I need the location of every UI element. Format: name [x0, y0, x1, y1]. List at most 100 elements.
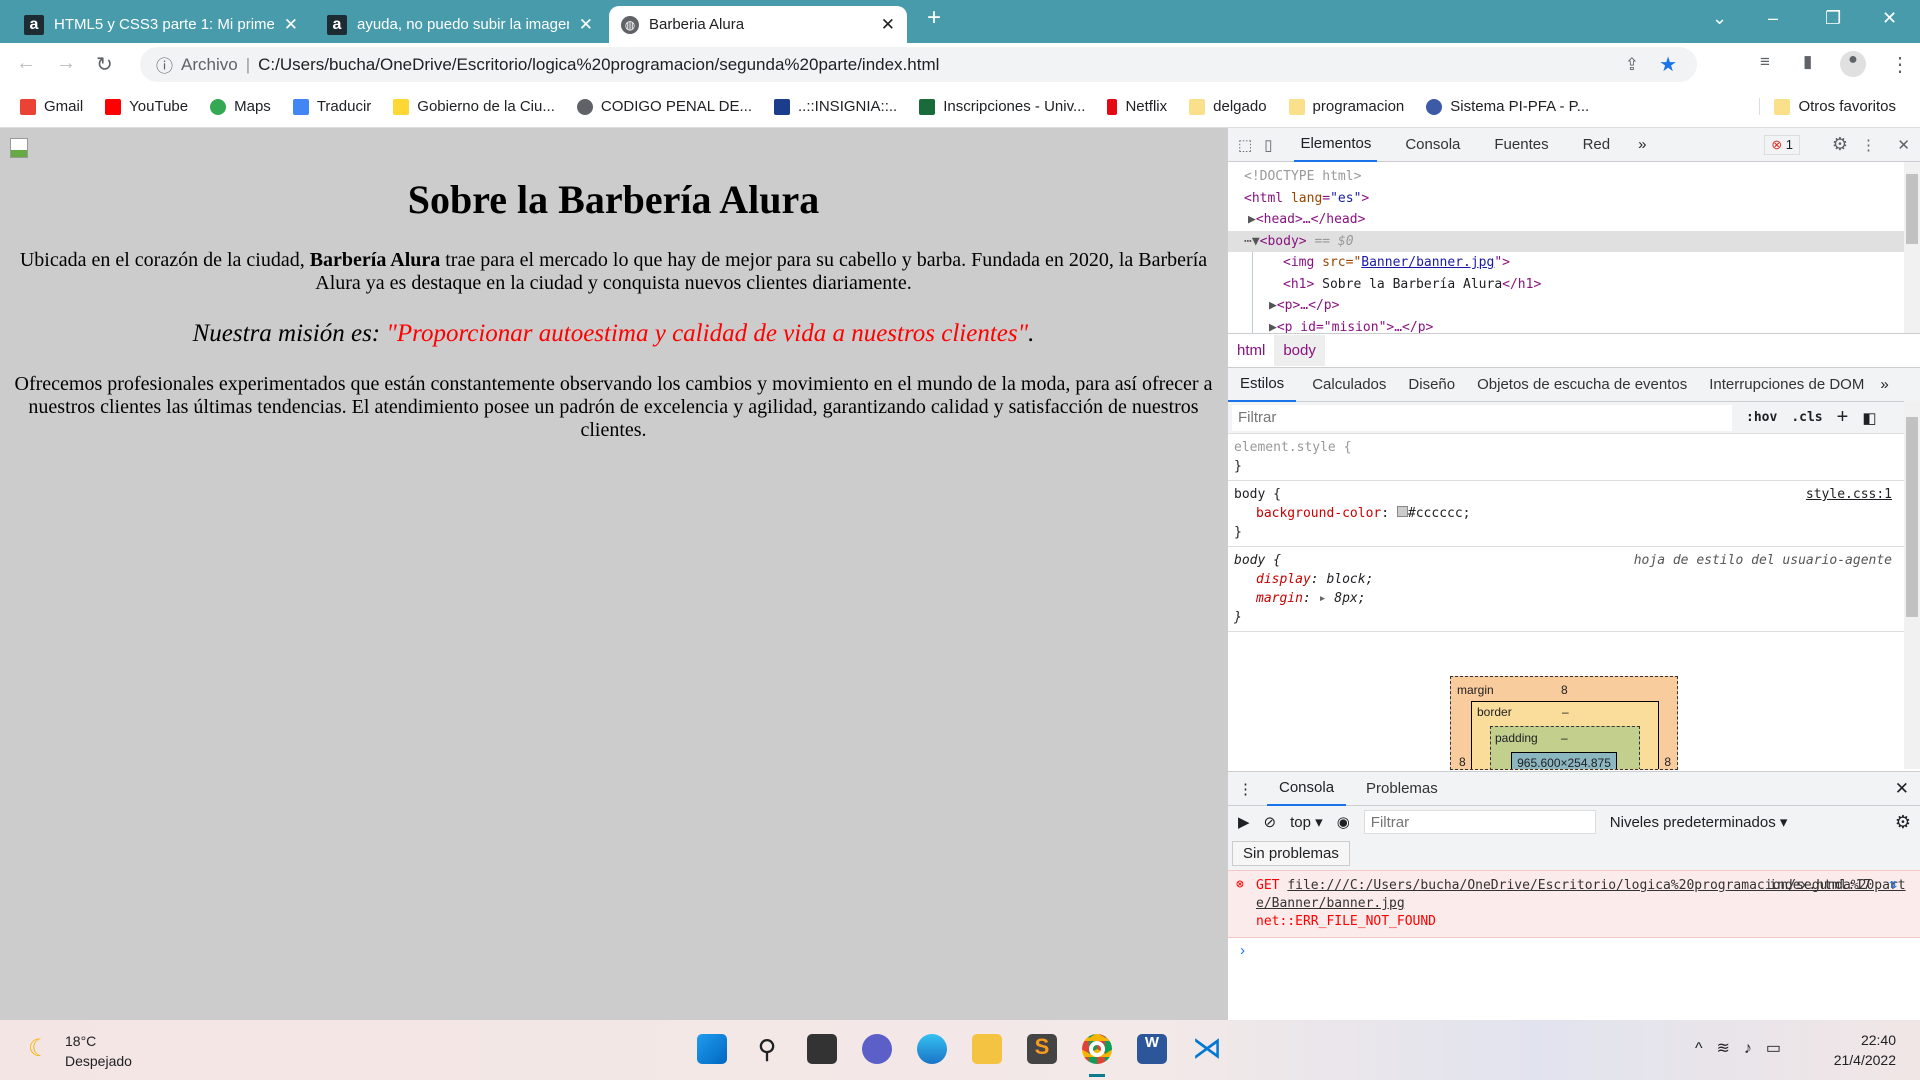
clock[interactable]: 22:40 21/4/2022 [1834, 1030, 1896, 1070]
menu-icon[interactable]: ⋮ [1890, 52, 1910, 77]
share-icon[interactable]: ⇪ [1625, 55, 1639, 75]
tab-calculados[interactable]: Calculados [1306, 368, 1392, 402]
bookmark-codigo-penal[interactable]: CODIGO PENAL DE... [576, 98, 752, 115]
bookmark-folder-programacion[interactable]: programacion [1288, 98, 1404, 115]
file-explorer-icon[interactable] [972, 1034, 1002, 1064]
close-tab-icon[interactable]: ✕ [579, 15, 593, 35]
hov-button[interactable]: :hov [1746, 410, 1777, 425]
sidebar-toggle-icon[interactable]: ▶︎ [1238, 813, 1250, 831]
drawer-menu-icon[interactable]: ⋮ [1238, 780, 1253, 798]
weather-widget[interactable]: 18°C Despejado [65, 1031, 132, 1071]
chrome-icon[interactable] [1082, 1034, 1112, 1064]
content-box[interactable]: 965.600×254.875 [1511, 752, 1617, 769]
margin-right[interactable]: 8 [1664, 755, 1671, 769]
selector[interactable]: body { [1234, 485, 1898, 504]
error-source-link[interactable]: index.html:17 [1769, 877, 1871, 895]
forward-icon[interactable]: → [56, 52, 76, 75]
tab-consola[interactable]: Consola [1399, 128, 1466, 162]
breadcrumb-html[interactable]: html [1228, 335, 1274, 366]
media-icon[interactable]: ≡ [1760, 52, 1770, 72]
log-levels-select[interactable]: Niveles predeterminados ▾ [1610, 813, 1788, 831]
other-bookmarks[interactable]: Otros favoritos [1759, 98, 1896, 115]
bookmark-sistema-pi-pfa[interactable]: Sistema PI-PFA - P... [1426, 98, 1589, 115]
border-top[interactable]: – [1562, 705, 1569, 719]
word-icon[interactable]: W [1137, 1034, 1167, 1064]
vscode-icon[interactable]: ⋊ [1192, 1034, 1222, 1064]
more-tabs-icon[interactable]: » [1880, 376, 1888, 393]
bookmark-inscripciones[interactable]: Inscripciones - Univ... [919, 98, 1085, 115]
drawer-tab-consola[interactable]: Consola [1267, 772, 1347, 806]
reload-icon[interactable]: ↻ [96, 52, 113, 77]
context-select[interactable]: top ▾ [1290, 813, 1323, 831]
system-tray[interactable]: ^≋♪▭ [1695, 1038, 1795, 1058]
dom-node-html[interactable]: <html lang="es"> [1244, 188, 1920, 210]
bookmark-star-icon[interactable]: ★ [1659, 52, 1677, 77]
bookmark-netflix[interactable]: Netflix [1107, 98, 1167, 115]
expand-triangle-icon[interactable]: ▸ [1319, 591, 1327, 606]
src-link[interactable]: Banner/banner.jpg [1361, 255, 1494, 270]
close-tab-icon[interactable]: ✕ [881, 15, 895, 35]
dom-node-img[interactable]: <img src="Banner/banner.jpg"> [1283, 252, 1920, 274]
side-panel-icon[interactable]: ▮ [1803, 52, 1812, 72]
bookmark-traducir[interactable]: Traducir [292, 98, 371, 115]
padding-top[interactable]: – [1561, 731, 1568, 745]
close-devtools-icon[interactable]: ✕ [1897, 136, 1910, 154]
styles-scrollbar[interactable] [1904, 401, 1920, 769]
profile-avatar[interactable]: ● [1840, 51, 1866, 77]
sublime-text-icon[interactable]: S [1027, 1034, 1057, 1064]
console-settings-icon[interactable]: ⚙ [1895, 812, 1911, 833]
chevron-up-icon[interactable]: ^ [1695, 1040, 1717, 1057]
edge-icon[interactable] [917, 1034, 947, 1064]
error-count-badge[interactable]: ⊗ 1 [1764, 134, 1800, 155]
live-expression-eye-icon[interactable]: ◉ [1337, 813, 1350, 831]
bookmark-insignia[interactable]: ..::INSIGNIA::.. [774, 98, 897, 115]
address-bar[interactable]: ⓘ Archivo | C:/Users/bucha/OneDrive/Escr… [140, 47, 1697, 82]
no-issues-button[interactable]: Sin problemas [1232, 841, 1350, 866]
inspect-icon[interactable]: ⬚ [1238, 136, 1252, 154]
new-tab-button[interactable]: + [927, 4, 941, 32]
close-drawer-icon[interactable]: ✕ [1895, 779, 1909, 799]
tab-search-icon[interactable]: ⌄ [1712, 8, 1727, 29]
close-window-button[interactable]: ✕ [1882, 8, 1897, 29]
drawer-tab-problemas[interactable]: Problemas [1360, 772, 1444, 806]
device-toolbar-icon[interactable]: ▯ [1264, 136, 1272, 154]
selector[interactable]: element.style { [1234, 438, 1898, 457]
tab-red[interactable]: Red [1577, 128, 1617, 162]
bookmark-gmail[interactable]: Gmail [20, 98, 83, 115]
tab-diseno[interactable]: Diseño [1402, 368, 1461, 402]
devtools-menu-icon[interactable]: ⋮ [1861, 136, 1876, 154]
dom-node-p-mision[interactable]: ▶<p id="mision">…</p> [1269, 317, 1920, 334]
task-view-icon[interactable] [807, 1034, 837, 1064]
back-icon[interactable]: ← [16, 52, 36, 75]
tab-barberia-alura[interactable]: ◍ Barberia Alura ✕ [609, 6, 907, 43]
source-link[interactable]: style.css:1 [1806, 485, 1892, 504]
close-tab-icon[interactable]: ✕ [284, 15, 298, 35]
bookmark-folder-delgado[interactable]: delgado [1189, 98, 1267, 115]
tab-ayuda[interactable]: a ayuda, no puedo subir la imagen ✕ [315, 6, 605, 43]
minimize-button[interactable]: – [1768, 8, 1778, 29]
margin-left[interactable]: 8 [1459, 755, 1466, 769]
dom-node-head[interactable]: ▶<head>…</head> [1244, 209, 1920, 231]
info-icon[interactable]: ⓘ [156, 52, 173, 77]
console-filter-input[interactable] [1363, 810, 1596, 834]
clear-console-icon[interactable]: ⊘ [1264, 813, 1277, 831]
tab-fuentes[interactable]: Fuentes [1488, 128, 1554, 162]
styles-filter-input[interactable] [1232, 404, 1732, 431]
search-icon[interactable]: ⚲ [752, 1034, 782, 1064]
dom-scrollbar[interactable] [1904, 162, 1920, 333]
url-text[interactable]: C:/Users/bucha/OneDrive/Escritorio/logic… [258, 55, 939, 75]
color-swatch[interactable] [1396, 506, 1408, 517]
tab-event-listeners[interactable]: Objetos de escucha de eventos [1471, 368, 1693, 402]
settings-gear-icon[interactable]: ⚙ [1832, 134, 1848, 155]
bookmark-maps[interactable]: Maps [210, 98, 271, 115]
teams-chat-icon[interactable] [862, 1034, 892, 1064]
console-prompt[interactable]: › [1228, 938, 1920, 963]
tab-dom-breakpoints[interactable]: Interrupciones de DOM [1703, 368, 1870, 402]
bookmark-gobierno[interactable]: Gobierno de la Ciu... [393, 98, 555, 115]
network-request-icon[interactable]: ⇅ [1889, 876, 1897, 894]
restore-button[interactable]: ❐ [1825, 8, 1841, 29]
new-rule-icon[interactable]: + [1837, 406, 1849, 429]
dom-node-body[interactable]: ⋯▼<body> == $0 [1228, 230, 1920, 252]
windows-start-icon[interactable] [697, 1034, 727, 1064]
declaration[interactable]: background-color: #cccccc; [1234, 504, 1898, 523]
